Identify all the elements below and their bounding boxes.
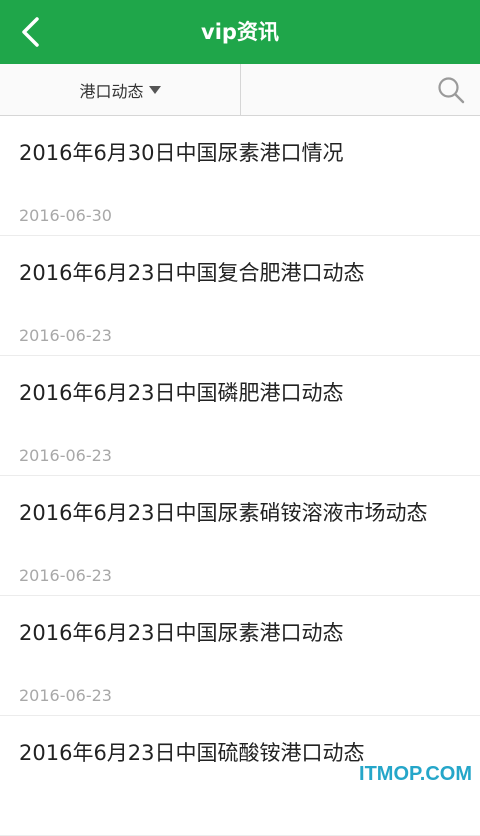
news-list: 2016年6月30日中国尿素港口情况 2016-06-30 2016年6月23日…	[0, 116, 480, 836]
filter-bar: 港口动态	[0, 64, 480, 116]
news-title: 2016年6月23日中国磷肥港口动态	[19, 381, 344, 405]
news-date: 2016-06-23	[19, 566, 112, 585]
category-dropdown-label: 港口动态	[79, 81, 144, 101]
top-bar: vip资讯	[0, 0, 480, 64]
news-title: 2016年6月23日中国尿素港口动态	[19, 621, 344, 645]
search-icon	[438, 77, 465, 104]
search-button[interactable]	[436, 75, 466, 105]
news-date: 2016-06-30	[19, 206, 112, 225]
news-date: 2016-06-23	[19, 446, 112, 465]
news-title: 2016年6月23日中国复合肥港口动态	[19, 261, 365, 285]
page-title: vip资讯	[201, 20, 279, 44]
news-item[interactable]: 2016年6月23日中国尿素港口动态 2016-06-23	[0, 596, 480, 716]
news-date: 2016-06-23	[19, 686, 112, 705]
news-item[interactable]: 2016年6月23日中国尿素硝铵溶液市场动态 2016-06-23	[0, 476, 480, 596]
category-dropdown[interactable]: 港口动态	[0, 64, 241, 115]
news-date: 2016-06-23	[19, 326, 112, 345]
news-item[interactable]: 2016年6月23日中国复合肥港口动态 2016-06-23	[0, 236, 480, 356]
news-title: 2016年6月30日中国尿素港口情况	[19, 141, 344, 165]
news-item[interactable]: 2016年6月30日中国尿素港口情况 2016-06-30	[0, 116, 480, 236]
news-title: 2016年6月23日中国尿素硝铵溶液市场动态	[19, 501, 428, 525]
watermark-text: ITMOP.COM	[359, 763, 472, 785]
caret-down-icon	[148, 85, 161, 94]
news-item[interactable]: 2016年6月23日中国磷肥港口动态 2016-06-23	[0, 356, 480, 476]
